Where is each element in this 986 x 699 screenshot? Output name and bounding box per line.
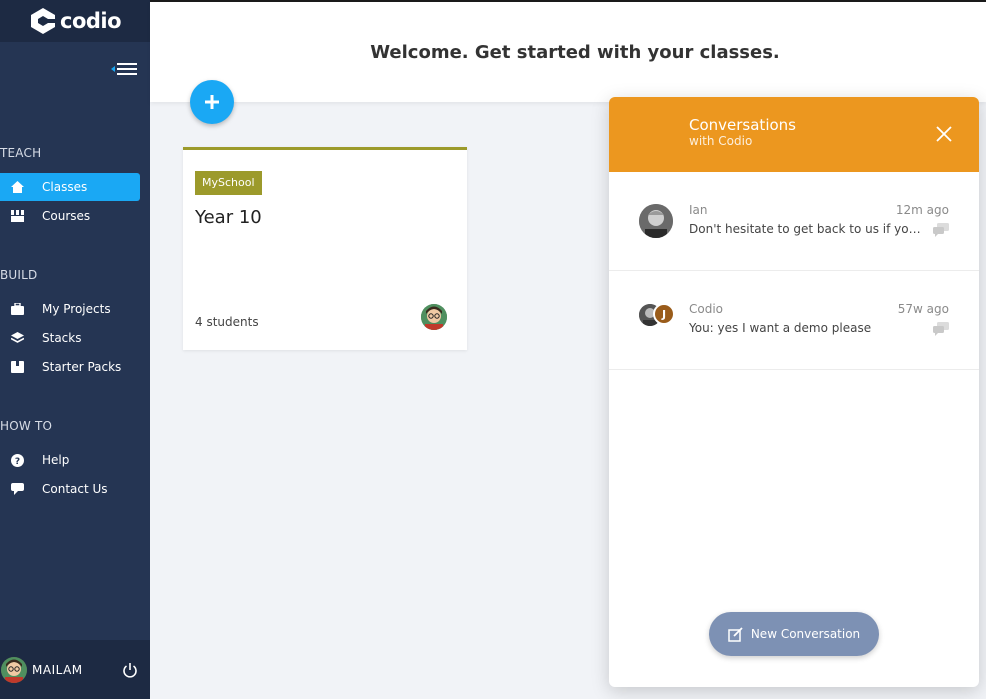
- layers-icon: [10, 331, 24, 345]
- sidebar-item-label: Stacks: [42, 331, 82, 345]
- conversation-preview: You: yes I want a demo please: [689, 321, 872, 335]
- sidebar-item-label: Contact Us: [42, 482, 108, 496]
- conversations-panel: Conversations with Codio Ian 12m ago Don…: [609, 97, 979, 687]
- briefcase-icon: [10, 302, 24, 316]
- home-icon: [10, 180, 24, 194]
- svg-text:?: ?: [14, 457, 19, 467]
- conversation-sender: Codio: [689, 302, 724, 316]
- sidebar-collapse-button[interactable]: [110, 60, 138, 78]
- page-header: Welcome. Get started with your classes.: [150, 0, 986, 102]
- student-count: 4 students: [195, 315, 259, 329]
- conversation-item-codio[interactable]: J Codio 57w ago You: yes I want a demo p…: [609, 271, 979, 370]
- avatar-group: J: [639, 303, 679, 329]
- section-build: BUILD: [0, 268, 38, 282]
- sidebar: codio TEACH Classes Courses BUILD My Pro…: [0, 0, 150, 699]
- chat-bubbles-icon: [933, 223, 949, 237]
- plus-icon: [205, 95, 219, 109]
- sidebar-item-label: Classes: [42, 180, 88, 194]
- chat-icon: [10, 482, 24, 496]
- user-avatar[interactable]: [1, 656, 27, 683]
- sidebar-item-my-projects[interactable]: My Projects: [0, 295, 140, 323]
- help-icon: ?: [10, 453, 24, 467]
- school-tag: MySchool: [195, 171, 262, 195]
- sidebar-item-contact-us[interactable]: Contact Us: [0, 475, 140, 503]
- class-card[interactable]: MySchool Year 10 4 students: [183, 147, 467, 350]
- class-title: Year 10: [195, 207, 262, 228]
- logout-button[interactable]: [122, 662, 138, 678]
- package-icon: [10, 360, 24, 374]
- chat-bubbles-icon: [933, 322, 949, 336]
- avatar: J: [653, 303, 675, 325]
- page-title: Welcome. Get started with your classes.: [370, 42, 780, 63]
- conversation-preview: Don't hesitate to get back to us if you …: [689, 222, 921, 236]
- conversations-header: Conversations with Codio: [609, 97, 979, 172]
- conversations-title: Conversations: [689, 116, 796, 134]
- compose-icon: [728, 626, 743, 642]
- sidebar-item-classes[interactable]: Classes: [0, 173, 140, 201]
- sidebar-item-label: My Projects: [42, 302, 111, 316]
- conversation-time: 12m ago: [895, 203, 949, 217]
- section-teach: TEACH: [0, 146, 42, 160]
- user-bar: MAILAM: [0, 640, 150, 699]
- conversation-item-ian[interactable]: Ian 12m ago Don't hesitate to get back t…: [609, 172, 979, 271]
- sidebar-item-courses[interactable]: Courses: [0, 202, 140, 230]
- sidebar-item-label: Courses: [42, 209, 91, 223]
- courses-icon: [10, 209, 24, 223]
- codio-logo-icon: [31, 8, 56, 34]
- section-how-to: HOW TO: [0, 419, 53, 433]
- new-conversation-button[interactable]: New Conversation: [709, 612, 879, 656]
- logo-text: codio: [60, 9, 122, 33]
- power-icon: [123, 663, 137, 678]
- sidebar-item-starter-packs[interactable]: Starter Packs: [0, 353, 140, 381]
- user-name: MAILAM: [32, 662, 83, 677]
- sidebar-item-stacks[interactable]: Stacks: [0, 324, 140, 352]
- close-icon: [936, 126, 952, 142]
- close-button[interactable]: [935, 125, 953, 143]
- avatar: [639, 204, 673, 238]
- conversations-subtitle: with Codio: [689, 134, 753, 148]
- new-conversation-label: New Conversation: [750, 627, 861, 641]
- sidebar-header: codio: [0, 0, 150, 42]
- conversation-sender: Ian: [689, 203, 708, 217]
- sidebar-item-label: Help: [42, 453, 70, 467]
- menu-collapse-icon: [111, 63, 137, 75]
- codio-logo[interactable]: codio: [30, 7, 122, 35]
- conversation-time: 57w ago: [897, 302, 949, 316]
- sidebar-item-help[interactable]: ? Help: [0, 446, 140, 474]
- teacher-avatar: [421, 304, 447, 330]
- add-class-button[interactable]: [190, 80, 234, 124]
- sidebar-item-label: Starter Packs: [42, 360, 122, 374]
